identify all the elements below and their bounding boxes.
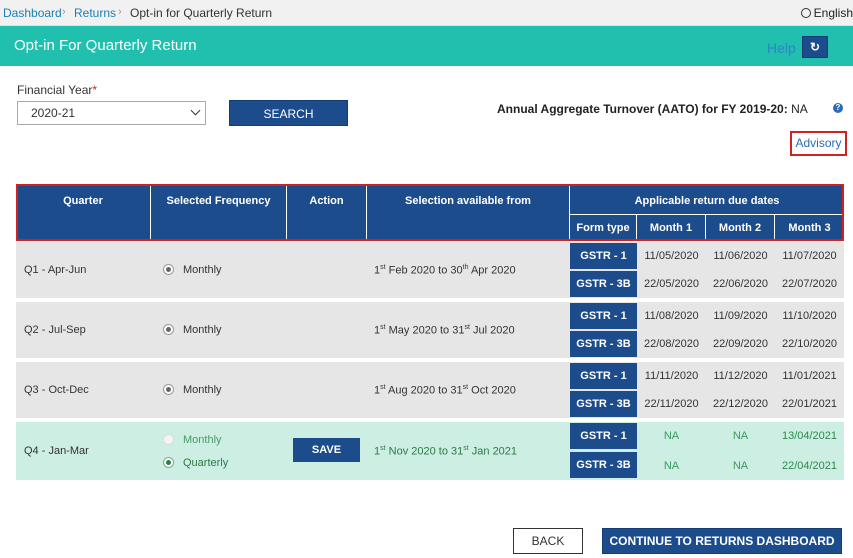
help-link[interactable]: Help <box>767 40 796 56</box>
due-date-cell: 11/07/2020 <box>782 250 837 262</box>
info-icon[interactable]: ? <box>833 103 843 113</box>
due-date-cell: 11/06/2020 <box>713 250 768 262</box>
frequency-label: Monthly <box>183 324 222 336</box>
table-row-q1: Q1 - Apr-Jun Monthly 1st Feb 2020 to 30t… <box>16 242 844 298</box>
quarterly-return-table: Quarter Selected Frequency Action Select… <box>16 184 844 484</box>
page-title: Opt-in For Quarterly Return <box>14 37 197 54</box>
due-date-cell: NA <box>663 460 680 472</box>
globe-icon <box>800 8 811 18</box>
due-date-cell: 22/06/2020 <box>712 278 769 290</box>
gstr1-form-type: GSTR - 1 <box>570 303 637 329</box>
header-quarter: Quarter <box>16 184 151 241</box>
selection-period: 1st Aug 2020 to 31st Oct 2020 <box>374 384 516 397</box>
frequency-radio-quarterly[interactable] <box>163 457 174 468</box>
quarter-cell: Q3 - Oct-Dec <box>24 384 89 396</box>
due-date-cell: 11/01/2021 <box>782 370 837 382</box>
due-date-cell: 22/01/2021 <box>781 398 838 410</box>
header-action: Action <box>287 184 367 241</box>
quarter-cell: Q4 - Jan-Mar <box>24 445 89 457</box>
gstr1-form-type: GSTR - 1 <box>570 243 637 269</box>
due-date-cell: 22/04/2021 <box>781 460 838 472</box>
gstr3b-form-type: GSTR - 3B <box>570 391 637 417</box>
due-date-cell: NA <box>732 430 749 442</box>
aato-value: NA <box>791 102 808 116</box>
due-date-cell: 22/07/2020 <box>781 278 838 290</box>
selection-period: 1st Feb 2020 to 30th Apr 2020 <box>374 264 516 277</box>
breadcrumb-separator: › <box>118 6 122 18</box>
breadcrumb-dashboard[interactable]: Dashboard <box>3 6 62 20</box>
refresh-icon: ↻ <box>809 40 821 54</box>
due-date-cell: NA <box>663 430 680 442</box>
selection-period: 1st Nov 2020 to 31st Jan 2021 <box>374 445 518 458</box>
due-date-cell: 11/08/2020 <box>644 310 699 322</box>
save-button[interactable]: SAVE <box>293 438 360 462</box>
due-date-cell: 22/12/2020 <box>712 398 769 410</box>
refresh-button[interactable]: ↻ <box>802 36 828 58</box>
breadcrumb-current: Opt-in for Quarterly Return <box>130 6 273 20</box>
breadcrumb-separator: › <box>62 6 66 18</box>
quarter-cell: Q2 - Jul-Sep <box>24 324 86 336</box>
chevron-down-icon <box>190 105 201 116</box>
header-selection-available: Selection available from <box>367 184 570 241</box>
aato-label: Annual Aggregate Turnover (AATO) for FY … <box>497 102 788 116</box>
due-date-cell: 11/09/2020 <box>713 310 768 322</box>
due-date-cell: 22/08/2020 <box>643 338 700 350</box>
header-month-1: Month 1 <box>637 215 706 241</box>
frequency-label: Monthly <box>183 264 222 276</box>
breadcrumb-returns[interactable]: Returns <box>74 6 116 20</box>
due-date-cell: 11/11/2020 <box>644 370 699 382</box>
financial-year-value: 2020-21 <box>31 106 76 120</box>
due-date-cell: 13/04/2021 <box>781 430 838 442</box>
frequency-radio-monthly[interactable] <box>163 434 174 445</box>
due-date-cell: 22/10/2020 <box>781 338 838 350</box>
due-date-cell: 11/05/2020 <box>644 250 699 262</box>
due-date-cell: 22/11/2020 <box>644 398 699 410</box>
gstr1-form-type: GSTR - 1 <box>570 363 637 389</box>
header-selected-frequency: Selected Frequency <box>151 184 287 241</box>
language-label: English <box>813 6 853 20</box>
table-row-q4: Q4 - Jan-Mar Monthly Quarterly SAVE 1st … <box>16 422 844 480</box>
header-applicable-dates: Applicable return due dates <box>570 184 844 215</box>
required-mark: * <box>92 83 98 97</box>
due-date-cell: 22/09/2020 <box>712 338 769 350</box>
header-month-3: Month 3 <box>775 215 844 241</box>
due-date-cell: 11/10/2020 <box>782 310 837 322</box>
due-date-cell: NA <box>732 460 749 472</box>
due-date-cell: 11/12/2020 <box>713 370 768 382</box>
financial-year-label: Financial Year* <box>17 83 98 97</box>
back-button[interactable]: BACK <box>513 528 583 554</box>
frequency-label: Monthly <box>183 384 222 396</box>
due-date-cell: 22/05/2020 <box>643 278 700 290</box>
frequency-radio-monthly[interactable] <box>163 384 174 395</box>
gstr3b-form-type: GSTR - 3B <box>570 452 637 478</box>
gstr3b-form-type: GSTR - 3B <box>570 331 637 357</box>
continue-to-returns-dashboard-button[interactable]: CONTINUE TO RETURNS DASHBOARD <box>602 528 842 554</box>
quarter-cell: Q1 - Apr-Jun <box>24 264 87 276</box>
header-form-type: Form type <box>570 215 637 241</box>
selection-period: 1st May 2020 to 31st Jul 2020 <box>374 324 515 337</box>
gstr3b-form-type: GSTR - 3B <box>570 271 637 297</box>
header-month-2: Month 2 <box>706 215 775 241</box>
frequency-label-monthly: Monthly <box>183 434 222 446</box>
aato-info: Annual Aggregate Turnover (AATO) for FY … <box>497 102 808 116</box>
advisory-link[interactable]: Advisory <box>790 131 847 156</box>
frequency-radio-monthly[interactable] <box>163 324 174 335</box>
table-row-q2: Q2 - Jul-Sep Monthly 1st May 2020 to 31s… <box>16 302 844 358</box>
frequency-label-quarterly: Quarterly <box>183 457 229 469</box>
page-header-banner: Opt-in For Quarterly Return Help <box>0 26 853 66</box>
search-button[interactable]: SEARCH <box>229 100 348 126</box>
language-selector[interactable]: English <box>800 6 853 20</box>
table-row-q3: Q3 - Oct-Dec Monthly 1st Aug 2020 to 31s… <box>16 362 844 418</box>
gstr1-form-type: GSTR - 1 <box>570 423 637 449</box>
top-bar: Dashboard › Returns › Opt-in for Quarter… <box>0 0 853 26</box>
financial-year-select[interactable]: 2020-21 <box>17 101 206 125</box>
frequency-radio-monthly[interactable] <box>163 264 174 275</box>
